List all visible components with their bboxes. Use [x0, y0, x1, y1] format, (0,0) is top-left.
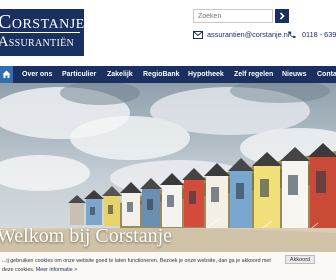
- home-icon: [2, 70, 11, 78]
- hero-banner: Welkom bij Corstanje: [0, 83, 336, 280]
- cookie-message: ...ij gebruiken cookies om onze website …: [2, 257, 272, 275]
- nav-item-zakelijk[interactable]: Zakelijk: [107, 66, 133, 83]
- logo-line-2: Assurantiën: [0, 34, 74, 50]
- logo-divider: [0, 32, 80, 33]
- search-icon: [279, 12, 285, 20]
- hero-title: Welkom bij Corstanje: [0, 225, 173, 247]
- nav-home[interactable]: [0, 66, 13, 83]
- nav-item-nieuws[interactable]: Nieuws: [282, 66, 307, 83]
- nav-item-particulier[interactable]: Particulier: [62, 66, 96, 83]
- site-header: Corstanje Assurantiën assurantien@corsta…: [0, 0, 336, 66]
- cookie-more-info-link[interactable]: Meer informatie >: [36, 267, 77, 273]
- email-text: assurantien@corstanje.nl: [207, 30, 290, 39]
- mail-icon: [193, 31, 203, 39]
- main-nav: Over ons Particulier Zakelijk RegioBank …: [0, 66, 336, 83]
- search-form: [193, 9, 289, 23]
- nav-item-zelf-regelen[interactable]: Zelf regelen: [234, 66, 273, 83]
- phone-icon: [288, 31, 296, 39]
- logo[interactable]: Corstanje Assurantiën: [0, 9, 84, 56]
- nav-item-contact[interactable]: Contac: [317, 66, 336, 83]
- hero-image: [0, 83, 336, 280]
- nav-item-hypotheek[interactable]: Hypotheek: [188, 66, 224, 83]
- email-link[interactable]: assurantien@corstanje.nl: [193, 29, 290, 41]
- search-input[interactable]: [193, 9, 273, 23]
- nav-item-over-ons[interactable]: Over ons: [22, 66, 52, 83]
- cookie-accept-button[interactable]: Akkoord: [285, 255, 315, 264]
- search-button[interactable]: [275, 9, 289, 23]
- nav-item-regiobank[interactable]: RegioBank: [143, 66, 180, 83]
- phone-text: 0118 - 639 1: [302, 30, 336, 39]
- logo-line-1: Corstanje: [0, 11, 85, 33]
- phone-link[interactable]: 0118 - 639 1: [288, 29, 336, 41]
